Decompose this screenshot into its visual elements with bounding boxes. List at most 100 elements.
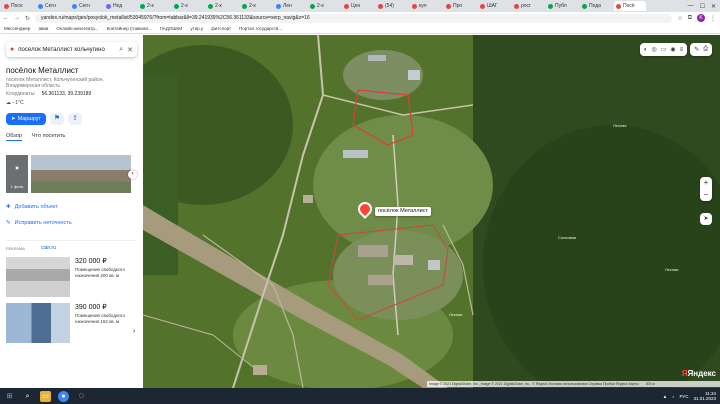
browser-tab[interactable]: Пода	[580, 1, 612, 11]
tab-overview[interactable]: Обзор	[6, 133, 22, 141]
route-button[interactable]: ➤ Маршрут	[6, 113, 47, 125]
browser-tab[interactable]: ШАГ	[478, 1, 510, 11]
tab-favicon-icon	[276, 3, 281, 9]
reload-icon[interactable]: ↻	[25, 15, 30, 22]
coordinates-label: Координаты:	[6, 91, 36, 97]
minimize-icon[interactable]: —	[688, 3, 694, 10]
volume-icon[interactable]: ♪	[672, 394, 674, 399]
browser-tab[interactable]: 2-к	[172, 1, 204, 11]
browser-tab[interactable]: (54)	[376, 1, 408, 11]
add-object-link[interactable]: ✚ Добавить объект	[6, 204, 137, 210]
tab-label: 2-к	[249, 3, 256, 9]
browser-menu-icon[interactable]: ⋮	[710, 15, 720, 22]
zoom-out-button[interactable]: −	[700, 189, 712, 201]
share-icon: ⇪	[72, 115, 78, 122]
browser-tab[interactable]: 2-к	[138, 1, 170, 11]
bookmark-item[interactable]: утир.у	[190, 26, 203, 31]
fix-error-link[interactable]: ✎ Исправить неточность	[6, 220, 137, 226]
photo-gallery: ▣ 1 фото ›	[6, 155, 143, 193]
scale-label: 300 м	[645, 382, 655, 386]
photo-building[interactable]	[31, 155, 131, 193]
browser-tab[interactable]: кул	[410, 1, 442, 11]
tab-favicon-icon	[616, 3, 621, 9]
browser-tab[interactable]: 2-к	[206, 1, 238, 11]
close-icon[interactable]: ✕	[127, 46, 133, 54]
browser-tab[interactable]: Сегн	[70, 1, 102, 11]
tab-label: 2-к	[215, 3, 222, 9]
bookmark-button[interactable]: ⚑	[50, 113, 65, 125]
transport-icon[interactable]: ▭	[661, 46, 667, 53]
satellite-map[interactable]: Лесная Лесная Лесная Сосновая ◐ ◎ ▭ ◉ ≡ …	[143, 35, 720, 388]
bookmark-star-icon[interactable]: ☆	[677, 15, 682, 22]
forward-icon[interactable]: →	[14, 15, 20, 21]
browser-tab-strip: Посе Сегн Сегн Нед 2-к 2-к 2-к 2-к Лен 2-к Цен (54)…	[0, 0, 720, 12]
traffic-icon[interactable]: ◎	[651, 46, 656, 53]
bookmark-item[interactable]: Онлайн-кинотеатр...	[56, 26, 98, 31]
browser-tab[interactable]: Публ	[546, 1, 578, 11]
url-field[interactable]: yandex.ru/maps/geo/posyolok_metallist/53…	[35, 13, 673, 23]
bookmark-item[interactable]: Портал государств...	[239, 26, 282, 31]
tab-what-to-visit[interactable]: Что посетить	[32, 133, 65, 141]
print-icon[interactable]: ⎙	[703, 46, 708, 53]
tab-label: Про	[453, 3, 463, 9]
map-place-label[interactable]: посёлок Металлист	[375, 207, 431, 216]
weather-temp: −1°C	[12, 100, 24, 106]
bookmark-item[interactable]: Контейнер (главная...	[107, 26, 152, 31]
maximize-icon[interactable]: ☐	[700, 3, 705, 10]
bookmark-item[interactable]: авиа	[38, 26, 48, 31]
bookmark-item[interactable]: Мессенджер	[4, 26, 30, 31]
back-icon[interactable]: ←	[3, 15, 9, 21]
opera-icon[interactable]: O	[76, 391, 87, 402]
fix-error-label: Исправить неточность	[14, 220, 72, 226]
browser-tab[interactable]: 2-к	[308, 1, 340, 11]
add-object-label: Добавить объект	[14, 204, 58, 210]
search-box[interactable]: ● посёлок Металлист кольчугино ⌕ ✕	[6, 42, 137, 57]
browser-tab[interactable]: росг	[512, 1, 544, 11]
network-icon[interactable]: ▲	[663, 394, 667, 399]
chevron-right-icon[interactable]: ›	[133, 328, 141, 338]
share-button[interactable]: ⇪	[68, 113, 83, 125]
tab-favicon-icon	[208, 3, 213, 9]
panorama-icon[interactable]: ◉	[670, 46, 675, 53]
close-window-icon[interactable]: ✕	[711, 3, 716, 10]
ads-brand[interactable]: cian.ru	[41, 245, 56, 251]
photo-tile[interactable]: ▣ 1 фото	[6, 155, 28, 193]
language-indicator[interactable]: РУС	[679, 394, 688, 399]
coordinates-value[interactable]: 56.361133, 39.239189	[42, 91, 92, 97]
profile-avatar[interactable]: K	[697, 14, 705, 22]
browser-tab[interactable]: Цен	[342, 1, 374, 11]
layers-menu-icon[interactable]: ≡	[680, 47, 684, 53]
tab-label: кул	[419, 3, 427, 9]
tab-label: Сегн	[45, 3, 56, 9]
chrome-icon[interactable]: ●	[58, 390, 69, 402]
bookmark-item[interactable]: ЛАДОШКИ	[160, 26, 183, 31]
search-input[interactable]: посёлок Металлист кольчугино	[18, 47, 115, 53]
search-icon[interactable]: ⌕	[119, 46, 123, 54]
zoom-in-button[interactable]: +	[700, 177, 712, 189]
address-bar-row: ← → ↻ yandex.ru/maps/geo/posyolok_metall…	[0, 12, 720, 24]
browser-tab[interactable]: Посе	[2, 1, 34, 11]
tab-favicon-icon	[174, 3, 179, 9]
locate-me-button[interactable]: ➤	[700, 213, 712, 225]
ruler-icon[interactable]: ✎	[694, 46, 699, 53]
ad-item[interactable]: 390 000 ₽ Помещение свободного назначени…	[6, 303, 137, 343]
ad-image	[6, 303, 70, 343]
file-explorer-icon[interactable]: ▭	[40, 390, 51, 402]
clock[interactable]: 11:34 31.01.2023	[693, 391, 716, 401]
bookmark-item[interactable]: фитспорт	[211, 26, 231, 31]
tab-favicon-icon	[106, 3, 111, 9]
layers-icon[interactable]: ◐	[644, 47, 648, 53]
tab-label: Публ	[555, 3, 567, 9]
browser-tab[interactable]: Лен	[274, 1, 306, 11]
chevron-right-icon[interactable]: ›	[128, 169, 137, 179]
ad-item[interactable]: 320 000 ₽ Помещение свободного назначени…	[6, 257, 137, 297]
browser-tab[interactable]: Сегн	[36, 1, 68, 11]
browser-tab[interactable]: Нед	[104, 1, 136, 11]
search-icon[interactable]: ⌕	[22, 391, 33, 402]
browser-tab[interactable]: Про	[444, 1, 476, 11]
start-icon[interactable]: ⊞	[4, 391, 15, 402]
tab-favicon-icon	[446, 3, 451, 9]
browser-tab[interactable]: 2-к	[240, 1, 272, 11]
browser-tab[interactable]: Посё	[614, 1, 646, 11]
extensions-icon[interactable]: ⧉	[688, 15, 692, 22]
